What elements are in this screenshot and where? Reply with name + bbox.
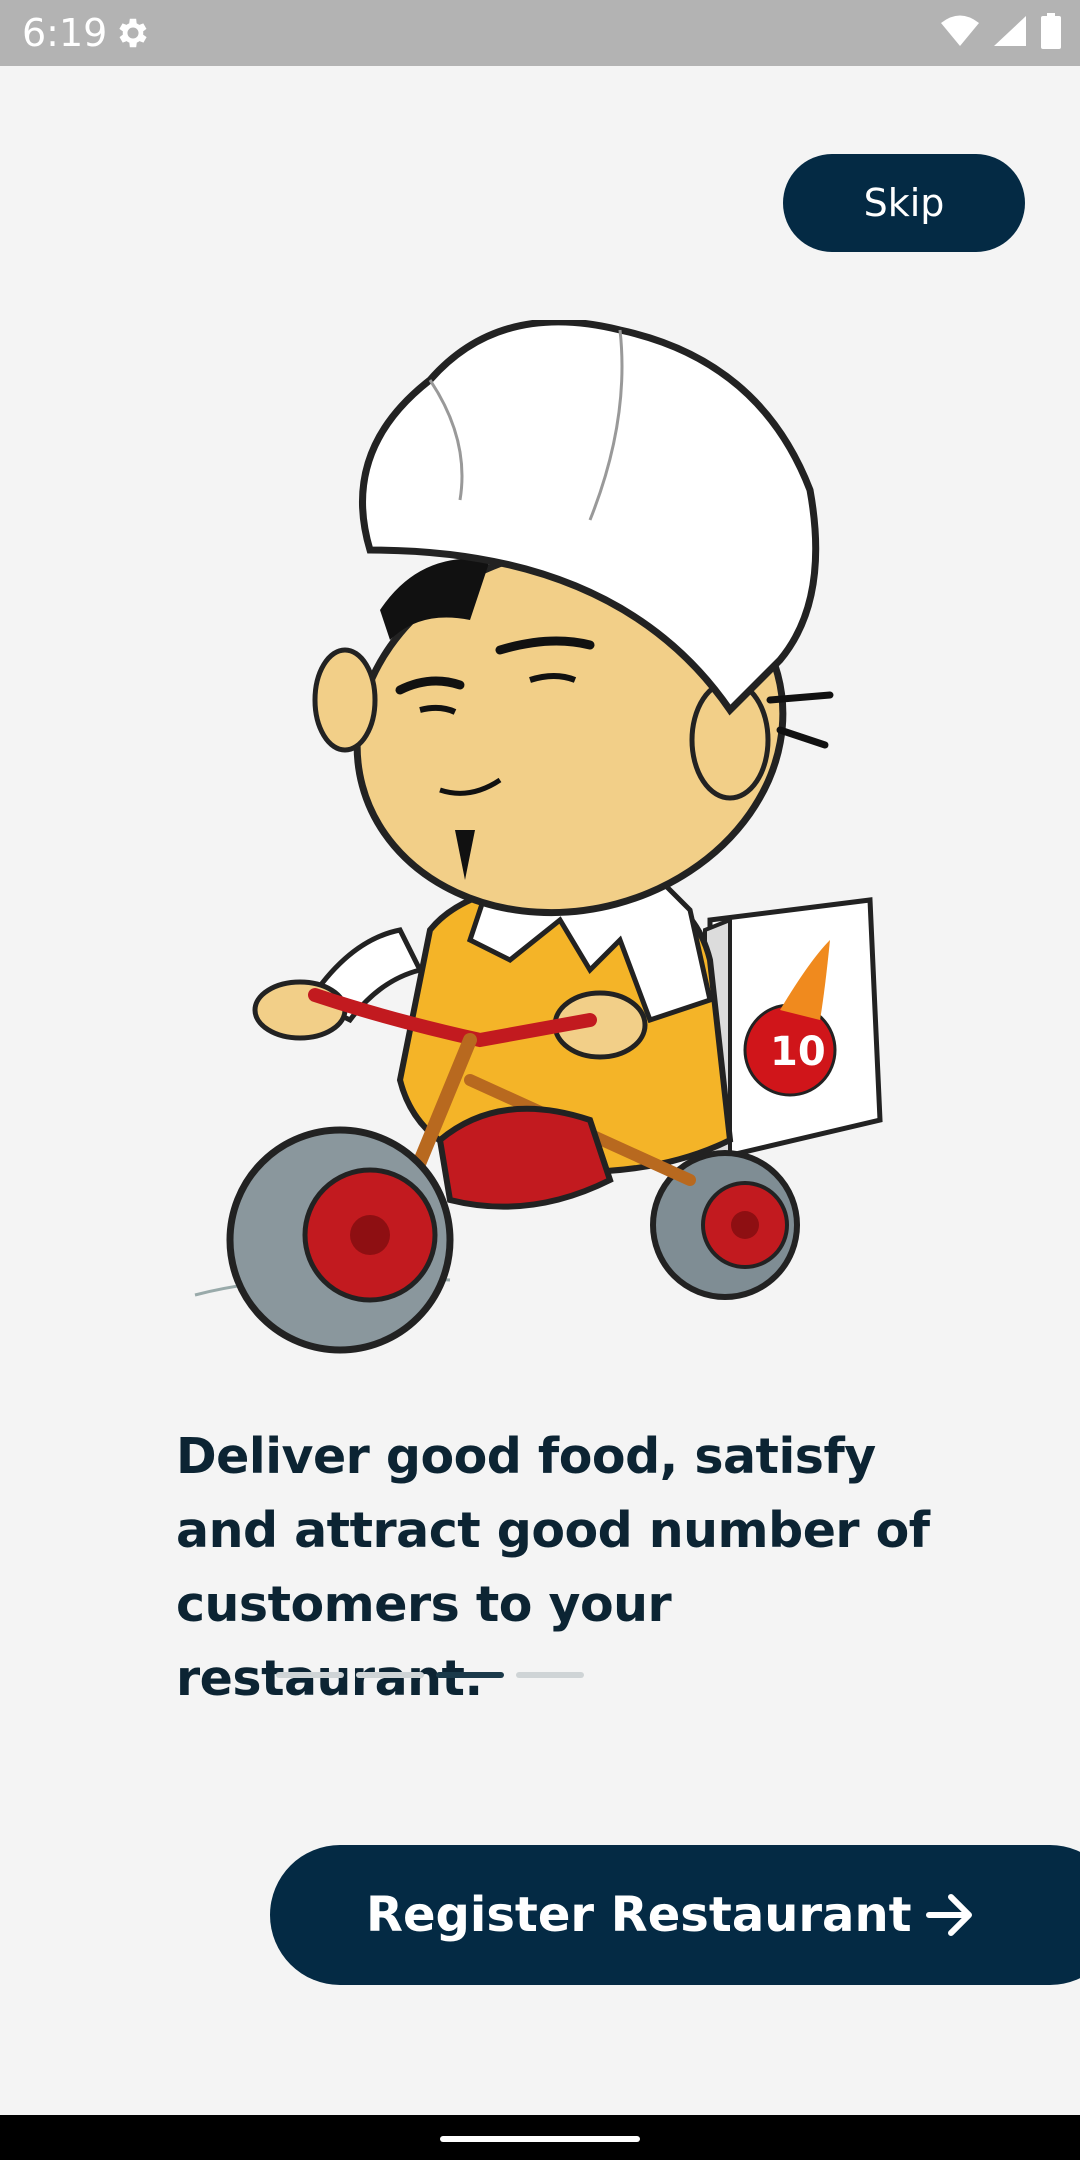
page-indicator-dot xyxy=(516,1672,584,1678)
register-restaurant-label: Register Restaurant xyxy=(366,1887,912,1943)
page-indicator-dot xyxy=(356,1672,424,1678)
battery-icon xyxy=(1040,12,1062,54)
signal-icon xyxy=(992,14,1028,53)
page-indicator xyxy=(276,1672,584,1678)
chef-delivery-illustration: 10 xyxy=(170,318,950,1370)
status-time: 6:19 xyxy=(22,11,108,55)
svg-text:10: 10 xyxy=(770,1029,826,1075)
page-indicator-dot xyxy=(276,1672,344,1678)
home-gesture-handle[interactable] xyxy=(440,2136,640,2142)
skip-button[interactable]: Skip xyxy=(783,154,1025,252)
wifi-icon xyxy=(940,14,980,53)
status-bar: 6:19 xyxy=(0,0,1080,66)
register-restaurant-button[interactable]: Register Restaurant xyxy=(270,1845,1080,1985)
arrow-right-icon xyxy=(925,1891,975,1939)
page-indicator-dot-active xyxy=(436,1672,504,1678)
gear-icon xyxy=(114,14,152,52)
